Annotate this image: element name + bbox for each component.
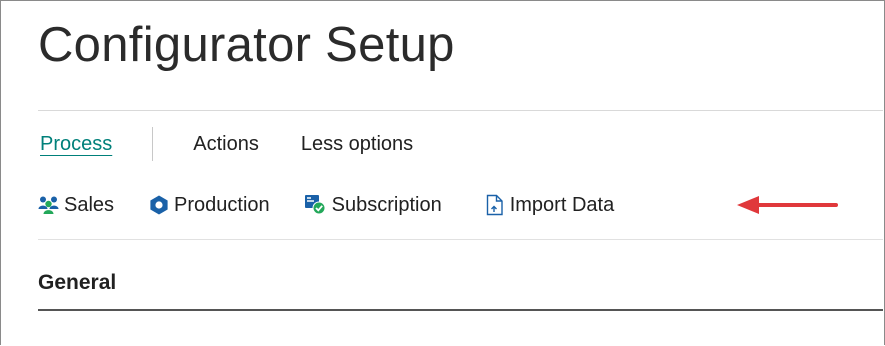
subscription-action-button[interactable]: Subscription <box>304 194 442 217</box>
tab-less-options[interactable]: Less options <box>301 133 413 156</box>
subscription-label: Subscription <box>331 193 442 216</box>
production-action-button[interactable]: Production <box>148 194 270 217</box>
section-general-title[interactable]: General <box>38 271 116 295</box>
import-data-label: Import Data <box>509 193 615 216</box>
sales-action-button[interactable]: Sales <box>38 194 114 217</box>
import-data-action-button[interactable]: Import Data <box>484 194 614 217</box>
hexagon-icon <box>148 194 170 216</box>
action-bar: Sales Production Subscription Import Dat… <box>38 190 614 220</box>
subscription-icon <box>304 194 328 216</box>
page-title: Configurator Setup <box>38 18 455 72</box>
header-divider <box>38 110 883 111</box>
action-tabs: Process Actions Less options <box>40 127 413 161</box>
sales-label: Sales <box>64 193 115 216</box>
people-icon <box>38 195 60 215</box>
actions-divider <box>38 239 883 240</box>
import-document-icon <box>484 194 506 216</box>
tab-process[interactable]: Process <box>40 133 112 156</box>
tab-actions[interactable]: Actions <box>193 133 259 156</box>
production-label: Production <box>174 193 270 216</box>
red-arrow-icon <box>735 194 839 221</box>
section-divider <box>38 309 883 311</box>
tab-separator <box>152 127 154 161</box>
